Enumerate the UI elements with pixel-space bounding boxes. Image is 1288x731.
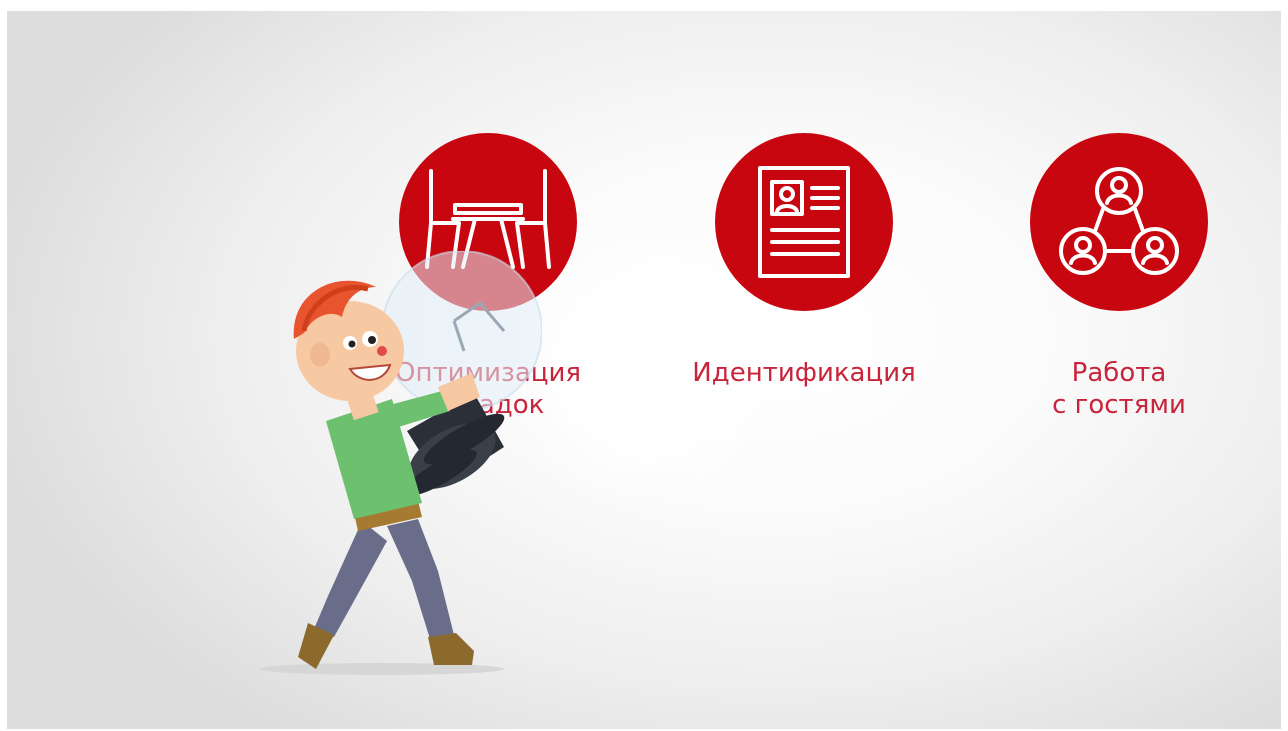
character-head xyxy=(293,280,404,401)
feature-label-line: Идентификация xyxy=(692,358,916,388)
id-card-icon xyxy=(758,166,850,278)
feature-circle xyxy=(1030,133,1208,311)
feature-label-line: с гостями xyxy=(1052,390,1186,420)
character-right-leg xyxy=(387,519,454,639)
guests-network-icon xyxy=(1059,167,1179,275)
feature-label-line: Работа xyxy=(1071,358,1167,388)
slide-canvas: Оптимизация посадок Идентификация xyxy=(7,11,1281,729)
character-with-lightbulb-illustration xyxy=(260,251,542,675)
feature-label: Идентификация xyxy=(674,357,934,389)
feature-identification: Идентификация xyxy=(674,133,934,389)
character-right-shoe xyxy=(428,633,474,665)
feature-circle xyxy=(715,133,893,311)
feature-guest-work: Работа с гостями xyxy=(989,133,1249,421)
feature-label: Работа с гостями xyxy=(989,357,1249,421)
character-left-leg xyxy=(314,521,387,637)
